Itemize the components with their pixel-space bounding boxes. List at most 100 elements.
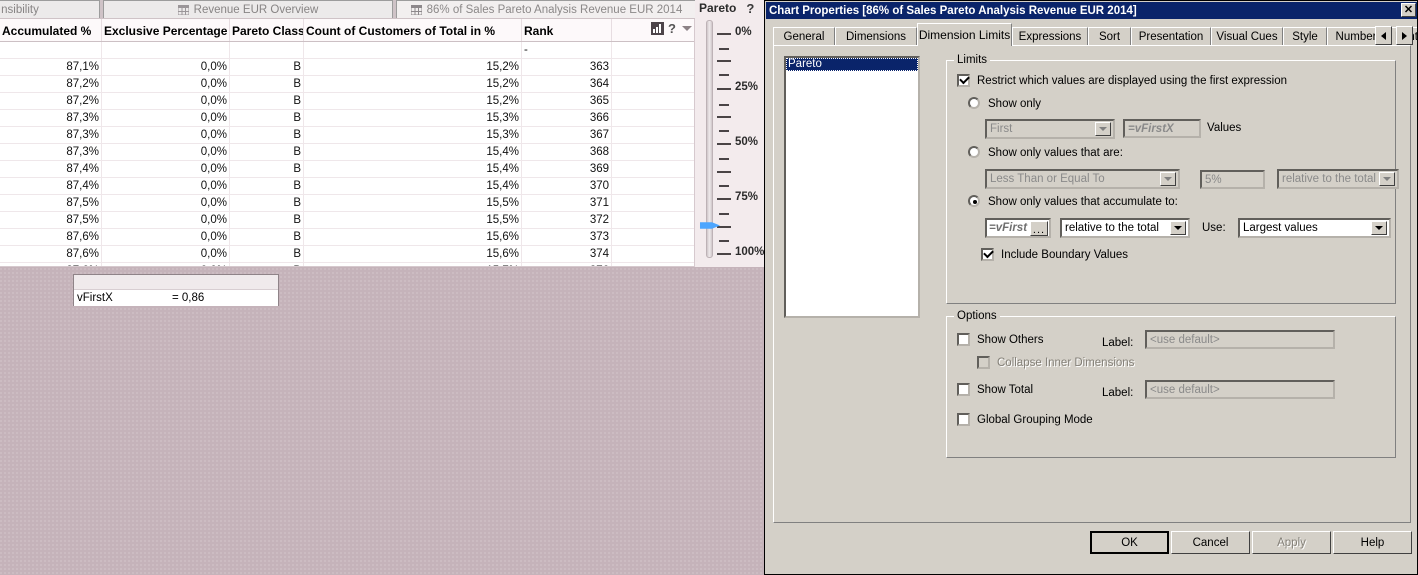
cell-count-of-customers[interactable] [303, 41, 522, 59]
cell-pareto-class[interactable]: B [229, 211, 304, 229]
restrict-values-checkbox[interactable] [957, 73, 970, 87]
cell-pareto-class[interactable] [229, 41, 304, 59]
cell-accumulated-pct[interactable]: 87,2% [0, 92, 102, 110]
tab-general[interactable]: General [773, 27, 835, 45]
cancel-button[interactable]: Cancel [1171, 531, 1250, 554]
tab-dimensions[interactable]: Dimensions [835, 27, 917, 45]
tab-style[interactable]: Style [1283, 27, 1327, 45]
cell-exclusive-percentage[interactable]: 0,0% [101, 245, 230, 263]
chevron-down-icon[interactable] [1170, 221, 1186, 235]
cell-rank[interactable]: 364 [521, 75, 612, 93]
show-total-checkbox[interactable] [957, 383, 970, 396]
accumulate-expression-field[interactable]: =vFirst ... [985, 218, 1051, 238]
cell-rank[interactable]: 366 [521, 109, 612, 127]
cell-accumulated-pct[interactable]: 87,3% [0, 109, 102, 127]
cell-pareto-class[interactable]: B [229, 75, 304, 93]
cell-count-of-customers[interactable]: 15,6% [303, 228, 522, 246]
col-pareto-class[interactable]: Pareto Class [229, 19, 304, 42]
help-button[interactable]: Help [1333, 531, 1412, 554]
cell-pareto-class[interactable]: B [229, 262, 304, 266]
tab-dimension-limits[interactable]: Dimension Limits [917, 23, 1012, 46]
cell-rank[interactable]: 369 [521, 160, 612, 178]
cell-exclusive-percentage[interactable]: 0,0% [101, 75, 230, 93]
cell-pareto-class[interactable]: B [229, 109, 304, 127]
cell-rank[interactable]: 373 [521, 228, 612, 246]
cell-pareto-class[interactable]: B [229, 58, 304, 76]
cell-exclusive-percentage[interactable]: 0,0% [101, 177, 230, 195]
cell-accumulated-pct[interactable]: 87,6% [0, 228, 102, 246]
cell-rank[interactable]: 374 [521, 245, 612, 263]
cell-count-of-customers[interactable]: 15,2% [303, 58, 522, 76]
show-others-label-field[interactable]: <use default> [1145, 330, 1335, 349]
col-rank[interactable]: Rank [521, 19, 612, 42]
cell-pareto-class[interactable]: B [229, 143, 304, 161]
show-only-mode-combo[interactable]: First [985, 119, 1115, 139]
cell-pareto-class[interactable]: B [229, 245, 304, 263]
cell-exclusive-percentage[interactable] [101, 41, 230, 59]
col-exclusive-percentage[interactable]: Exclusive Percentage [101, 19, 230, 42]
list-item[interactable]: Pareto [786, 58, 918, 71]
show-only-values-that-are-radio[interactable] [968, 146, 980, 158]
cell-rank[interactable]: 376 [521, 262, 612, 266]
cell-accumulated-pct[interactable]: 87,4% [0, 160, 102, 178]
variable-value-box[interactable]: vFirstX = 0,86 [73, 274, 279, 306]
cell-count-of-customers[interactable]: 15,6% [303, 245, 522, 263]
cell-rank[interactable]: - [521, 41, 612, 59]
cell-accumulated-pct[interactable]: 87,2% [0, 75, 102, 93]
show-others-checkbox[interactable] [957, 333, 970, 346]
tab-presentation[interactable]: Presentation [1131, 27, 1211, 45]
cell-accumulated-pct[interactable]: 87,3% [0, 143, 102, 161]
cell-rank[interactable]: 367 [521, 126, 612, 144]
pareto-slider-object[interactable]: Pareto ? 0% 25% 50% 75% 100% [695, 0, 764, 267]
ok-button[interactable]: OK [1090, 531, 1169, 554]
cell-count-of-customers[interactable]: 15,5% [303, 194, 522, 212]
tab-expressions[interactable]: Expressions [1012, 27, 1088, 45]
cell-accumulated-pct[interactable]: 87,6% [0, 245, 102, 263]
help-icon[interactable]: ? [746, 1, 754, 16]
tab-visual-cues[interactable]: Visual Cues [1211, 27, 1283, 45]
cell-count-of-customers[interactable]: 15,4% [303, 160, 522, 178]
col-accumulated-pct[interactable]: Accumulated % [0, 19, 102, 42]
cell-pareto-class[interactable]: B [229, 228, 304, 246]
cell-pareto-class[interactable]: B [229, 92, 304, 110]
chart-type-icon[interactable] [651, 21, 665, 35]
cell-count-of-customers[interactable]: 15,7% [303, 262, 522, 266]
cell-rank[interactable]: 365 [521, 92, 612, 110]
cell-accumulated-pct[interactable]: 87,1% [0, 58, 102, 76]
chevron-down-icon[interactable] [1371, 221, 1387, 235]
tab-scroll-left-button[interactable] [1375, 26, 1392, 45]
sheet-tab-revenue-overview[interactable]: Revenue EUR Overview [103, 0, 393, 18]
cell-exclusive-percentage[interactable]: 0,0% [101, 126, 230, 144]
accumulate-relative-combo[interactable]: relative to the total [1060, 218, 1190, 238]
global-grouping-mode-checkbox[interactable] [957, 413, 970, 426]
cell-rank[interactable]: 371 [521, 194, 612, 212]
cell-exclusive-percentage[interactable]: 0,0% [101, 58, 230, 76]
cell-exclusive-percentage[interactable]: 0,0% [101, 211, 230, 229]
cell-accumulated-pct[interactable]: 87,4% [0, 177, 102, 195]
tab-scroll-right-button[interactable] [1396, 26, 1413, 45]
show-only-accumulate-radio[interactable] [968, 195, 980, 207]
cell-rank[interactable]: 372 [521, 211, 612, 229]
cell-accumulated-pct[interactable] [0, 41, 102, 59]
cell-exclusive-percentage[interactable]: 0,0% [101, 92, 230, 110]
cell-accumulated-pct[interactable]: 87,5% [0, 211, 102, 229]
include-boundary-checkbox[interactable] [981, 247, 994, 261]
chart-properties-dialog[interactable]: Chart Properties [86% of Sales Pareto An… [764, 0, 1418, 575]
col-count-of-customers[interactable]: Count of Customers of Total in % [303, 19, 522, 42]
cell-count-of-customers[interactable]: 15,3% [303, 126, 522, 144]
cell-accumulated-pct[interactable]: 87,3% [0, 126, 102, 144]
cell-exclusive-percentage[interactable]: 0,0% [101, 228, 230, 246]
cell-exclusive-percentage[interactable]: 0,0% [101, 109, 230, 127]
show-only-expression-field[interactable]: =vFirstX [1123, 119, 1201, 138]
sheet-tab-responsibility[interactable]: nsibility [0, 0, 100, 18]
cell-count-of-customers[interactable]: 15,3% [303, 109, 522, 127]
use-combo[interactable]: Largest values [1238, 218, 1391, 238]
cell-rank[interactable]: 370 [521, 177, 612, 195]
cell-exclusive-percentage[interactable]: 0,0% [101, 194, 230, 212]
cell-rank[interactable]: 368 [521, 143, 612, 161]
cell-pareto-class[interactable]: B [229, 177, 304, 195]
cell-exclusive-percentage[interactable]: 0,0% [101, 262, 230, 266]
cell-exclusive-percentage[interactable]: 0,0% [101, 143, 230, 161]
close-icon[interactable]: ✕ [1401, 3, 1416, 17]
cell-accumulated-pct[interactable]: 87,6% [0, 262, 102, 266]
